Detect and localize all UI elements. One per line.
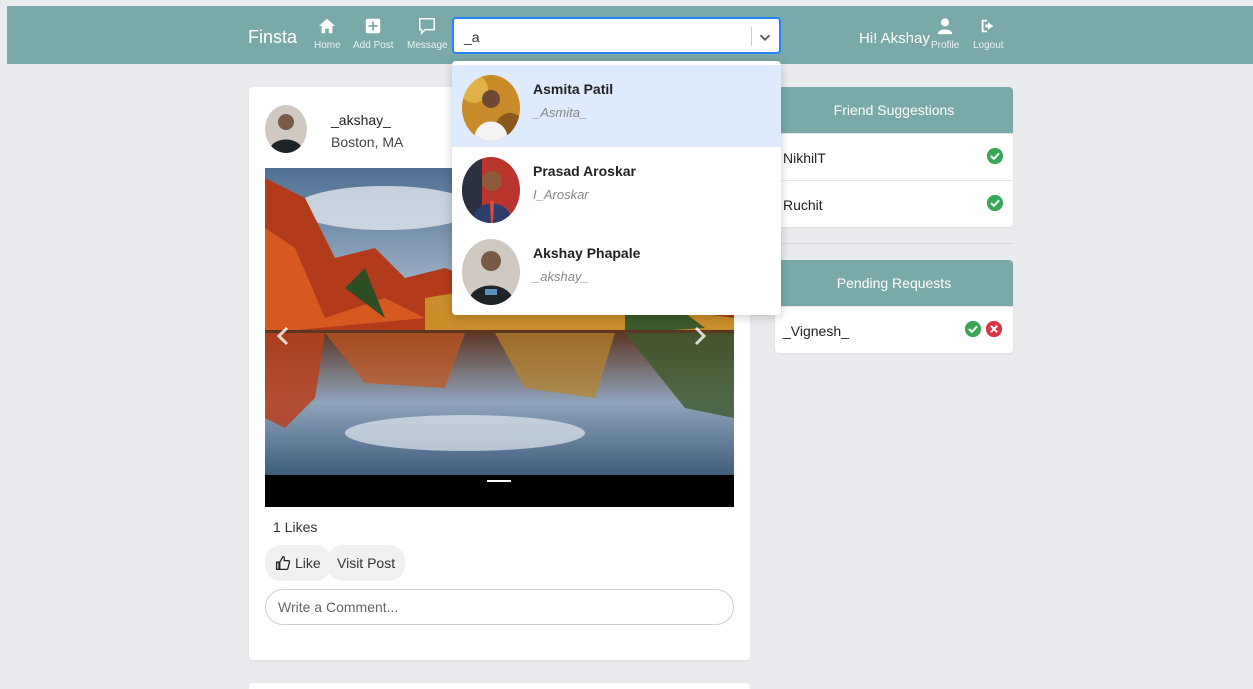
- search-result-option[interactable]: Asmita Patil _Asmita_: [452, 65, 781, 147]
- suggestion-name[interactable]: NikhilT: [783, 150, 826, 166]
- like-button[interactable]: Like: [265, 545, 331, 581]
- user-search-select[interactable]: _a: [452, 17, 781, 54]
- avatar: [462, 157, 520, 223]
- panel-divider: [775, 243, 1013, 244]
- nav-logout[interactable]: Logout: [973, 17, 1004, 51]
- pending-name[interactable]: _Vignesh_: [783, 323, 849, 339]
- suggestion-name[interactable]: Ruchit: [783, 197, 823, 213]
- nav-add-post-label: Add Post: [353, 40, 394, 51]
- post-location: Boston, MA: [331, 134, 404, 150]
- avatar: [462, 239, 520, 305]
- search-input-value[interactable]: _a: [464, 29, 480, 45]
- pending-row: _Vignesh_: [775, 306, 1013, 353]
- search-results-menu: Asmita Patil _Asmita_ Prasad Aroskar I_A…: [452, 61, 781, 315]
- nav-add-post[interactable]: Add Post: [353, 17, 394, 51]
- pending-requests-title: Pending Requests: [775, 260, 1013, 306]
- check-circle-icon[interactable]: [986, 194, 1004, 212]
- thumbs-up-icon: [275, 555, 291, 571]
- result-username: _akshay_: [533, 269, 589, 284]
- post-avatar[interactable]: [265, 105, 307, 153]
- nav-logout-label: Logout: [973, 40, 1004, 51]
- comment-input[interactable]: [265, 589, 734, 625]
- result-username: I_Aroskar: [533, 187, 589, 202]
- suggestion-row: Ruchit: [775, 180, 1013, 227]
- nav-message-label: Message: [407, 40, 448, 51]
- logout-icon: [981, 19, 994, 33]
- check-circle-icon[interactable]: [964, 320, 982, 338]
- search-separator: [751, 27, 752, 46]
- check-circle-icon[interactable]: [986, 147, 1004, 165]
- result-name: Akshay Phapale: [533, 245, 641, 261]
- search-result-option[interactable]: Akshay Phapale _akshay_: [452, 229, 781, 311]
- next-post-card: [249, 683, 750, 689]
- post-username[interactable]: _akshay_: [331, 112, 391, 128]
- home-icon: [319, 18, 336, 34]
- reject-circle-icon[interactable]: [985, 320, 1003, 338]
- like-button-label: Like: [295, 555, 321, 571]
- pending-requests-panel: Pending Requests _Vignesh_: [775, 260, 1013, 353]
- result-name: Asmita Patil: [533, 81, 614, 97]
- likes-count: 1 Likes: [273, 519, 318, 535]
- avatar: [462, 75, 520, 141]
- brand-logo[interactable]: Finsta: [248, 27, 297, 48]
- plus-square-icon: [366, 18, 381, 34]
- search-result-option[interactable]: Prasad Aroskar I_Aroskar: [452, 147, 781, 229]
- nav-home[interactable]: Home: [314, 17, 341, 51]
- user-icon: [937, 18, 953, 35]
- comment-icon: [419, 18, 436, 35]
- greeting-text: Hi! Akshay: [859, 30, 930, 47]
- nav-home-label: Home: [314, 40, 341, 51]
- suggestion-row: NikhilT: [775, 133, 1013, 180]
- nav-profile[interactable]: Profile: [931, 17, 959, 51]
- visit-post-label: Visit Post: [337, 555, 396, 571]
- result-username: _Asmita_: [533, 105, 588, 120]
- nav-message[interactable]: Message: [407, 17, 448, 51]
- visit-post-button[interactable]: Visit Post: [327, 545, 406, 581]
- nav-profile-label: Profile: [931, 40, 960, 51]
- friend-suggestions-panel: Friend Suggestions NikhilT Ruchit: [775, 87, 1013, 227]
- chevron-down-icon[interactable]: [756, 28, 774, 46]
- friend-suggestions-title: Friend Suggestions: [775, 87, 1013, 133]
- result-name: Prasad Aroskar: [533, 163, 636, 179]
